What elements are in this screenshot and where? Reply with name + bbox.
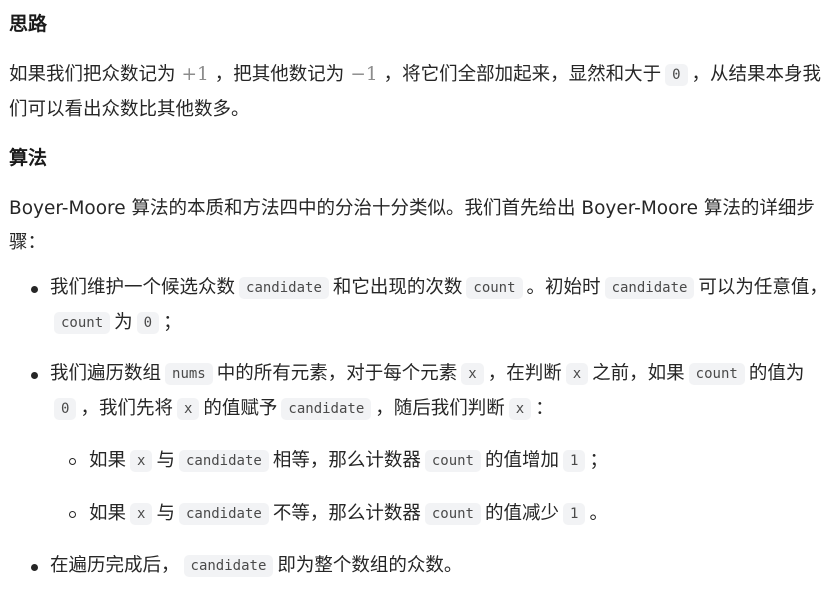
section-heading-suanfa: 算法	[9, 147, 48, 169]
inline-code: candidate	[178, 450, 269, 472]
text: ，把其他数记为	[214, 64, 345, 85]
inline-code: x	[130, 450, 153, 472]
text: 在遍历完成后，	[50, 555, 180, 576]
inline-code: candidate	[239, 277, 329, 299]
text: 为	[114, 312, 133, 333]
math-minus-one: −1	[350, 64, 378, 85]
text: 不等，那么计数器	[272, 503, 421, 524]
inline-code: x	[130, 503, 153, 525]
text: 和它出现的次数	[332, 277, 463, 298]
bullet-circle-icon	[69, 511, 76, 518]
text: 的值赋予	[203, 398, 278, 419]
text: 我们维护一个候选众数	[50, 277, 236, 298]
text: 相等，那么计数器	[272, 450, 421, 471]
inline-code: x	[176, 398, 200, 420]
inline-code: 1	[563, 503, 586, 525]
inline-code: candidate	[281, 398, 372, 420]
text: 与	[156, 450, 175, 471]
text: 的值增加	[485, 450, 560, 471]
text: ，我们先将	[80, 398, 173, 419]
text: 与	[156, 503, 175, 524]
list-item-text: 如果 x 与 candidate 不等，那么计数器 count 的值减少 1。	[89, 497, 829, 532]
section-heading-silu: 思路	[9, 13, 48, 35]
text: ，随后我们判断	[375, 398, 505, 419]
intro-paragraph: 如果我们把众数记为 +1 ，把其他数记为 −1 ，将它们全部加起来，显然和大于 0 ，从结果…	[9, 58, 829, 127]
text: 如果我们把众数记为	[9, 64, 176, 85]
inline-code: count	[54, 312, 111, 334]
inline-code: x	[461, 363, 484, 385]
inline-code: nums	[165, 363, 213, 385]
inline-code: count	[688, 363, 745, 385]
bullet-circle-icon	[69, 458, 76, 465]
text: 如果	[89, 450, 127, 471]
text: ，在判断	[487, 363, 562, 384]
inline-code: candidate	[178, 503, 269, 525]
inline-code: candidate	[604, 277, 695, 299]
algorithm-intro-paragraph: Boyer-Moore 算法的本质和方法四中的分治十分类似。我们首先给出 Boy…	[9, 198, 815, 253]
text: 我们遍历数组	[50, 363, 162, 384]
text: 。初始时	[526, 277, 601, 298]
inline-code: x	[565, 363, 589, 385]
math-plus-one: +1	[181, 64, 209, 85]
list-item-text: 在遍历完成后， candidate 即为整个数组的众数。	[50, 549, 830, 584]
list-item-text: 我们遍历数组 nums 中的所有元素，对于每个元素 x ，在判断 x 之前，如果 count 的…	[50, 357, 830, 427]
text: ，将它们全部加起来，显然和大于	[383, 64, 662, 85]
inline-code: 1	[563, 450, 586, 472]
bullet-dot-icon	[31, 564, 38, 571]
inline-code: candidate	[183, 555, 274, 577]
text: ；	[163, 312, 182, 333]
text: 的值减少	[485, 503, 560, 524]
text: 如果	[89, 503, 127, 524]
text: 。	[589, 503, 608, 524]
inline-code: count	[424, 450, 481, 472]
inline-code: count	[466, 277, 523, 299]
text: 之前，如果	[592, 363, 685, 384]
text: ；	[589, 450, 608, 471]
inline-code: 0	[136, 312, 160, 334]
text: 中的所有元素，对于每个元素	[216, 363, 458, 384]
text: ：	[535, 398, 554, 419]
inline-code: 0	[665, 64, 688, 86]
bullet-dot-icon	[31, 372, 38, 379]
text: 的值为	[748, 363, 805, 384]
inline-code: x	[508, 398, 532, 420]
inline-code: 0	[54, 398, 77, 420]
list-item-text: 我们维护一个候选众数 candidate 和它出现的次数 count 。初始时 candi…	[50, 271, 830, 341]
text: 即为整个数组的众数。	[277, 555, 463, 576]
text: 可以为任意值，	[698, 277, 828, 298]
inline-code: count	[424, 503, 481, 525]
bullet-dot-icon	[31, 286, 38, 293]
list-item-text: 如果 x 与 candidate 相等，那么计数器 count 的值增加 1；	[89, 444, 829, 479]
